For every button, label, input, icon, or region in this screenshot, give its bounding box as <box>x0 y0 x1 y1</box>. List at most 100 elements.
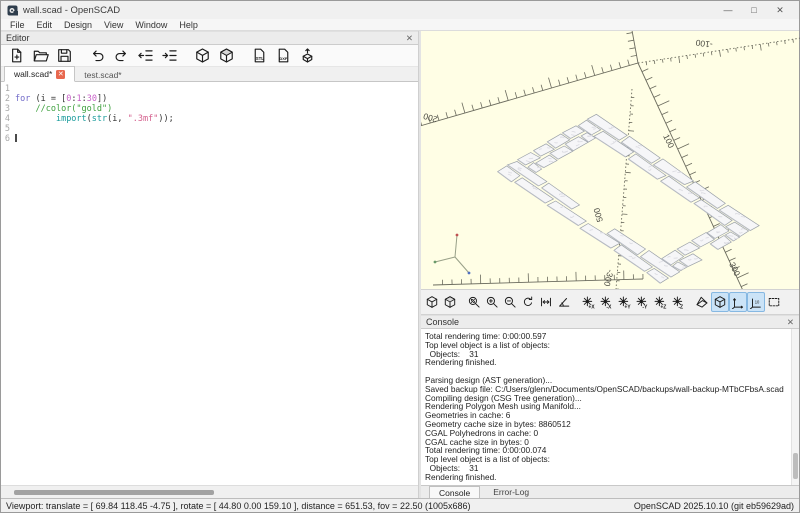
indent-button[interactable] <box>157 46 181 66</box>
orthographic-button[interactable] <box>711 292 729 312</box>
tab-close-icon[interactable]: ✕ <box>56 70 65 79</box>
svg-text:+Y: +Y <box>624 305 631 309</box>
editor-toolbar: STLDXF <box>1 45 418 67</box>
minimize-button[interactable]: — <box>715 1 741 19</box>
code-line: 1 <box>1 84 418 94</box>
menu-design[interactable]: Design <box>58 20 98 30</box>
view-minus-x-button[interactable]: -X <box>597 292 615 312</box>
print-3d-button[interactable] <box>295 46 319 66</box>
axis-icon: +Z <box>653 295 667 309</box>
editor-horizontal-scrollbar[interactable] <box>1 485 418 498</box>
console-panel-header: Console ✕ <box>421 315 799 329</box>
axes-icon <box>731 295 745 309</box>
maximize-button[interactable]: □ <box>741 1 767 19</box>
undo-button[interactable] <box>85 46 109 66</box>
code-token <box>15 114 56 124</box>
viewport-toolbar: +X -X +Y-Y+Z -Z 10 <box>421 289 799 315</box>
measure-angle-button[interactable] <box>555 292 573 312</box>
cube-icon <box>425 295 439 309</box>
code-line: 5 <box>1 124 418 134</box>
bottom-tab-error-log[interactable]: Error-Log <box>484 486 538 498</box>
new-file-button[interactable] <box>4 46 28 66</box>
view-plus-x-button[interactable]: +X <box>579 292 597 312</box>
view-minus-y-button[interactable]: -Y <box>633 292 651 312</box>
measure-distance-button[interactable] <box>537 292 555 312</box>
svg-text:500: 500 <box>591 207 605 224</box>
reset-view-button[interactable] <box>519 292 537 312</box>
editor-tab-test-scad[interactable]: test.scad* <box>75 68 130 82</box>
tab-label: test.scad* <box>84 70 121 80</box>
folder-open-icon <box>32 47 49 64</box>
editor-panel-title: Editor <box>6 33 30 43</box>
console-panel-title: Console <box>426 317 459 327</box>
code-line: 4 import(str(i, ".3mf")); <box>1 114 418 124</box>
3d-viewport-svg: -100200100300500-300 <box>421 31 800 289</box>
preview-button[interactable] <box>423 292 441 312</box>
view-selection-button[interactable] <box>765 292 783 312</box>
file-new-icon <box>8 47 25 64</box>
scrollbar-thumb[interactable] <box>793 453 798 479</box>
perspective-button[interactable] <box>693 292 711 312</box>
code-token: (i = [ <box>35 94 66 104</box>
editor-panel-header: Editor ✕ <box>1 31 418 45</box>
render-button[interactable] <box>441 292 459 312</box>
zoom-all-icon <box>467 295 481 309</box>
window-title: wall.scad - OpenSCAD <box>23 5 120 16</box>
menu-help[interactable]: Help <box>173 20 204 30</box>
code-editor[interactable]: 12for (i = [0:1:30])3 //color("gold")4 i… <box>1 82 418 485</box>
code-token: ]) <box>97 94 107 104</box>
redo-button[interactable] <box>109 46 133 66</box>
line-number: 3 <box>1 104 15 114</box>
cube-render-icon <box>218 47 235 64</box>
menu-window[interactable]: Window <box>129 20 173 30</box>
axis-icon: -Z <box>671 295 685 309</box>
save-file-button[interactable] <box>52 46 76 66</box>
zoom-in-button[interactable] <box>483 292 501 312</box>
print3d-icon <box>299 47 316 64</box>
view-plus-y-button[interactable]: +Y <box>615 292 633 312</box>
close-button[interactable]: ✕ <box>767 1 793 19</box>
export-dxf-button[interactable]: DXF <box>271 46 295 66</box>
status-bar: Viewport: translate = [ 69.84 118.45 -4.… <box>1 498 799 512</box>
3d-viewport[interactable]: -100200100300500-300 <box>421 31 799 289</box>
undo-icon <box>89 47 106 64</box>
code-token: 30 <box>87 94 97 104</box>
file-stl-icon: STL <box>251 47 268 64</box>
text-caret <box>15 134 17 142</box>
console-vertical-scrollbar[interactable] <box>791 329 799 485</box>
show-axes-button[interactable] <box>729 292 747 312</box>
code-line: 3 //color("gold") <box>1 104 418 114</box>
code-token: )); <box>158 114 173 124</box>
menu-edit[interactable]: Edit <box>31 20 59 30</box>
zoom-all-button[interactable] <box>465 292 483 312</box>
svg-text:10: 10 <box>755 300 760 305</box>
zoom-out-button[interactable] <box>501 292 519 312</box>
view-minus-z-button[interactable]: -Z <box>669 292 687 312</box>
view-plus-z-button[interactable]: +Z <box>651 292 669 312</box>
render-button[interactable] <box>214 46 238 66</box>
unindent-icon <box>137 47 154 64</box>
export-stl-button[interactable]: STL <box>247 46 271 66</box>
console-close-icon[interactable]: ✕ <box>787 317 794 328</box>
menu-view[interactable]: View <box>98 20 129 30</box>
dashed-rect-icon <box>767 295 781 309</box>
open-file-button[interactable] <box>28 46 52 66</box>
scrollbar-thumb[interactable] <box>14 490 214 495</box>
code-token <box>15 104 35 114</box>
unindent-button[interactable] <box>133 46 157 66</box>
bottom-tab-console[interactable]: Console <box>429 486 480 498</box>
line-number: 6 <box>1 134 15 144</box>
version-status-text: OpenSCAD 2025.10.10 (git eb59629ad) <box>634 501 794 511</box>
editor-tab-wall-scad[interactable]: wall.scad*✕ <box>4 66 75 82</box>
svg-text:+X: +X <box>588 305 595 309</box>
preview-button[interactable] <box>190 46 214 66</box>
svg-text:-X: -X <box>606 305 612 309</box>
show-scale-markers-button[interactable]: 10 <box>747 292 765 312</box>
axis-icon: +X <box>581 295 595 309</box>
menu-file[interactable]: File <box>4 20 31 30</box>
editor-close-icon[interactable]: ✕ <box>406 33 413 44</box>
measure-distance-icon <box>539 295 553 309</box>
cube-icon <box>194 47 211 64</box>
code-token: ".3mf" <box>128 114 159 124</box>
console-tab-bar: Console Error-Log <box>421 485 799 498</box>
